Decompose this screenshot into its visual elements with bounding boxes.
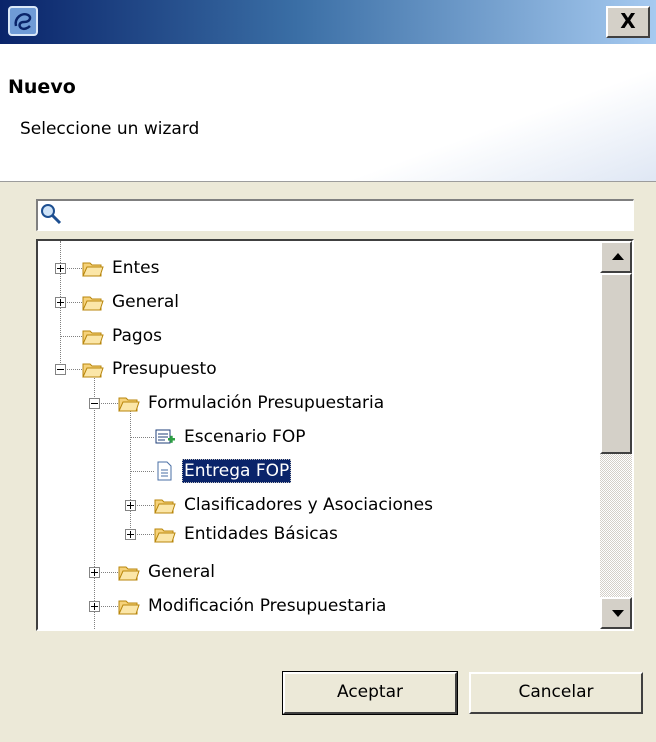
folder-open-icon xyxy=(118,397,140,412)
expand-toggle[interactable] xyxy=(55,297,66,308)
tree-item-label: Pagos xyxy=(112,326,162,346)
expand-toggle[interactable] xyxy=(55,263,66,274)
accept-button[interactable]: Aceptar xyxy=(282,671,458,715)
tree-item-label: Clasificadores y Asociaciones xyxy=(184,495,433,515)
folder-icon xyxy=(82,330,104,345)
tree-item-label: General xyxy=(148,562,215,582)
folder-icon xyxy=(118,600,140,615)
vertical-scrollbar[interactable] xyxy=(600,241,632,629)
folder-icon xyxy=(82,262,104,277)
tree-item-entidades-basicas[interactable]: Entidades Básicas xyxy=(154,518,340,550)
filter-input[interactable] xyxy=(36,199,634,231)
folder-icon xyxy=(118,566,140,581)
scroll-thumb[interactable] xyxy=(600,273,632,454)
tree-item-escenario-fop[interactable]: Escenario FOP xyxy=(154,421,308,453)
close-button[interactable]: X xyxy=(606,6,650,38)
tree-item-clasificadores[interactable]: Clasificadores y Asociaciones xyxy=(154,489,435,521)
tree-item-entes[interactable]: Entes xyxy=(82,252,162,284)
tree-item-general[interactable]: General xyxy=(82,286,181,318)
tree-item-label: Modificación Presupuestaria xyxy=(148,596,387,616)
expand-toggle[interactable] xyxy=(125,500,136,511)
tree-item-entrega-fop[interactable]: Entrega FOP xyxy=(154,455,292,487)
tree-item-general-2[interactable]: General xyxy=(118,556,217,588)
dialog-subtitle: Seleccione un wizard xyxy=(20,119,200,139)
folder-icon xyxy=(82,296,104,311)
tree-item-label: Formulación Presupuestaria xyxy=(148,393,385,413)
tree-item-label: Entrega FOP xyxy=(182,459,292,483)
tree-item-label: Entidades Básicas xyxy=(184,524,338,544)
tree-item-modificacion-presupuestaria[interactable]: Modificación Presupuestaria xyxy=(118,590,388,622)
tree-item-label: Escenario FOP xyxy=(184,427,306,447)
arrow-down-icon xyxy=(612,610,624,617)
folder-icon xyxy=(154,528,176,543)
tree-content: Entes General Pagos Presupuesto Formulac… xyxy=(38,241,604,629)
expand-toggle[interactable] xyxy=(89,601,100,612)
scenario-icon xyxy=(155,429,175,444)
expand-toggle[interactable] xyxy=(89,567,100,578)
folder-open-icon xyxy=(82,363,104,378)
dialog-title: Nuevo xyxy=(8,76,76,98)
scroll-down-button[interactable] xyxy=(600,597,632,629)
title-bar: X xyxy=(0,0,656,44)
collapse-toggle[interactable] xyxy=(55,364,66,375)
scroll-up-button[interactable] xyxy=(600,241,632,273)
app-icon xyxy=(8,6,38,36)
tree-item-label: Entes xyxy=(112,258,160,278)
tree-item-label: General xyxy=(112,292,179,312)
tree-item-pagos[interactable]: Pagos xyxy=(82,320,164,352)
wizard-header: Nuevo Seleccione un wizard xyxy=(0,44,656,182)
collapse-toggle[interactable] xyxy=(89,398,100,409)
tree-item-presupuesto[interactable]: Presupuesto xyxy=(82,353,219,385)
arrow-up-icon xyxy=(612,253,624,260)
expand-toggle[interactable] xyxy=(125,529,136,540)
document-icon xyxy=(157,461,172,481)
wizard-tree[interactable]: Entes General Pagos Presupuesto Formulac… xyxy=(36,239,634,631)
search-icon xyxy=(41,204,62,225)
folder-icon xyxy=(154,499,176,514)
tree-item-label: Presupuesto xyxy=(112,359,217,379)
cancel-button[interactable]: Cancelar xyxy=(469,672,643,714)
tree-item-formulacion-presupuestaria[interactable]: Formulación Presupuestaria xyxy=(118,387,386,419)
